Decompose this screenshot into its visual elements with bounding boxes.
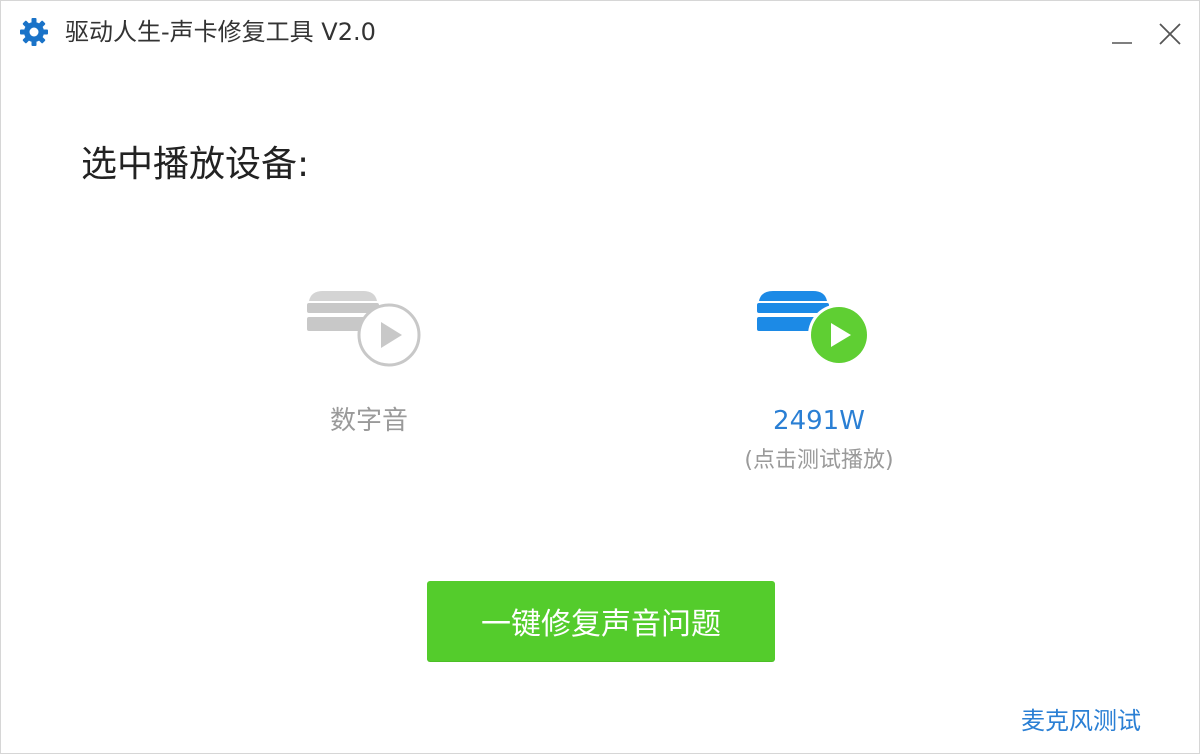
minimize-icon[interactable]	[1107, 19, 1137, 49]
device-name-label: 数字音	[329, 406, 408, 436]
speaker-device-icon	[307, 291, 421, 367]
gear-icon	[20, 18, 48, 46]
window-title: 驱动人生-声卡修复工具 V2.0	[65, 18, 376, 46]
device-name-label: 2491W	[773, 406, 865, 436]
mic-test-link[interactable]: 麦克风测试	[1021, 705, 1141, 737]
speaker-device-icon	[757, 291, 870, 366]
test-play-hint[interactable]: (点击测试播放)	[669, 447, 969, 475]
fix-sound-button[interactable]: 一键修复声音问题	[427, 581, 775, 661]
title-bar[interactable]: 驱动人生-声卡修复工具 V2.0	[1, 1, 1199, 65]
device-item-2491w[interactable]: 2491W (点击测试播放)	[669, 283, 969, 483]
app-window: 驱动人生-声卡修复工具 V2.0 选中播放设备: 数字音 2491W (点击测试…	[0, 0, 1200, 754]
page-title: 选中播放设备:	[81, 144, 310, 185]
device-item-digital-audio[interactable]: 数字音	[219, 283, 519, 483]
close-icon[interactable]	[1155, 19, 1185, 49]
